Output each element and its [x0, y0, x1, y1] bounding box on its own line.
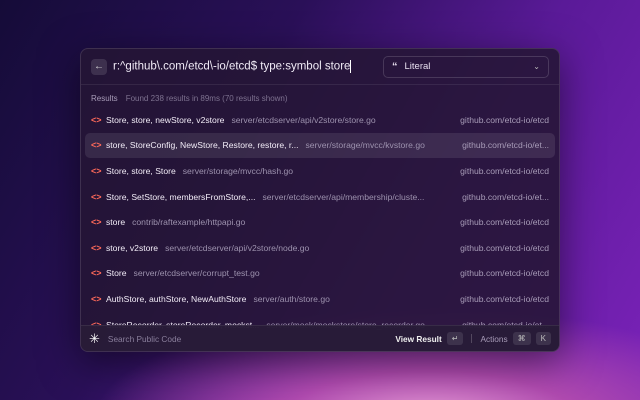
results-header: Results Found 238 results in 89ms (70 res… [81, 85, 559, 107]
chevron-down-icon: ⌄ [533, 62, 540, 71]
code-icon: <> [91, 217, 102, 228]
footer-bar: ✳ Search Public Code View Result ↵ Actio… [81, 325, 559, 351]
result-row[interactable]: <> Store, SetStore, membersFromStore,...… [85, 184, 555, 210]
query-text: r:^github\.com/etcd\-io/etcd$ type:symbo… [113, 60, 351, 73]
code-icon: <> [91, 242, 102, 253]
result-symbols: Store, store, Store [106, 165, 176, 176]
result-repo: github.com/etcd-io/etcd [460, 114, 549, 125]
result-repo: github.com/etcd-io/et... [462, 191, 549, 202]
result-row[interactable]: <> store, v2store server/etcdserver/api/… [85, 235, 555, 261]
result-path: server/etcdserver/api/v2store/store.go [231, 114, 376, 125]
search-header: ← r:^github\.com/etcd\-io/etcd$ type:sym… [81, 49, 559, 85]
result-row[interactable]: <> store contrib/raftexample/httpapi.go … [85, 209, 555, 235]
quote-icon: “ [392, 60, 398, 73]
result-repo: github.com/etcd-io/etcd [460, 242, 549, 253]
command-key-icon: ⌘ [512, 332, 531, 345]
view-result-button[interactable]: View Result [395, 334, 441, 344]
result-path: server/auth/store.go [253, 293, 330, 304]
result-symbols: store [106, 217, 126, 228]
search-input[interactable]: r:^github\.com/etcd\-io/etcd$ type:symbo… [113, 60, 383, 73]
mode-select[interactable]: “ Literal ⌄ [383, 55, 549, 78]
result-repo: github.com/etcd-io/etcd [460, 165, 549, 176]
result-path: server/etcdserver/corrupt_test.go [133, 268, 260, 279]
result-symbols: store, v2store [106, 242, 159, 253]
result-repo: github.com/etcd-io/etcd [460, 293, 549, 304]
text-caret [350, 60, 352, 73]
results-list: <> Store, store, newStore, v2store serve… [81, 107, 559, 337]
back-button[interactable]: ← [91, 58, 107, 75]
result-path: server/etcdserver/api/membership/cluste.… [262, 191, 425, 202]
code-icon: <> [91, 140, 102, 151]
result-row[interactable]: <> store, StoreConfig, NewStore, Restore… [85, 132, 555, 159]
result-symbols: Store, SetStore, membersFromStore,... [106, 191, 256, 202]
arrow-left-icon: ← [94, 61, 104, 72]
result-repo: github.com/etcd-io/et... [462, 140, 549, 151]
sourcegraph-logo-icon: ✳ [89, 330, 100, 346]
mode-value: Literal [404, 61, 431, 72]
result-path: contrib/raftexample/httpapi.go [132, 217, 246, 228]
enter-key-icon: ↵ [446, 332, 464, 345]
result-row[interactable]: <> Store server/etcdserver/corrupt_test.… [85, 261, 555, 287]
footer-label: Search Public Code [107, 333, 182, 344]
code-icon: <> [91, 165, 102, 176]
result-repo: github.com/etcd-io/etcd [460, 268, 549, 279]
divider [471, 334, 473, 343]
results-label: Results [91, 94, 118, 103]
result-row[interactable]: <> AuthStore, authStore, NewAuthStore se… [85, 286, 555, 312]
code-icon: <> [91, 114, 102, 125]
code-icon: <> [91, 293, 102, 304]
search-window: ← r:^github\.com/etcd\-io/etcd$ type:sym… [80, 48, 560, 352]
result-symbols: AuthStore, authStore, NewAuthStore [106, 293, 247, 304]
result-row[interactable]: <> Store, store, Store server/storage/mv… [85, 158, 555, 184]
k-key-icon: K [535, 332, 551, 345]
code-icon: <> [91, 268, 102, 279]
result-path: server/etcdserver/api/v2store/node.go [165, 242, 310, 253]
result-repo: github.com/etcd-io/etcd [460, 217, 549, 228]
actions-button[interactable]: Actions [480, 334, 507, 344]
result-row[interactable]: <> Store, store, newStore, v2store serve… [85, 107, 555, 133]
result-path: server/storage/mvcc/hash.go [182, 165, 294, 176]
result-symbols: Store [106, 268, 127, 279]
result-symbols: store, StoreConfig, NewStore, Restore, r… [106, 140, 299, 151]
results-summary: Found 238 results in 89ms (70 results sh… [125, 94, 288, 103]
result-path: server/storage/mvcc/kvstore.go [305, 140, 425, 151]
code-icon: <> [91, 191, 102, 202]
result-symbols: Store, store, newStore, v2store [106, 114, 225, 125]
